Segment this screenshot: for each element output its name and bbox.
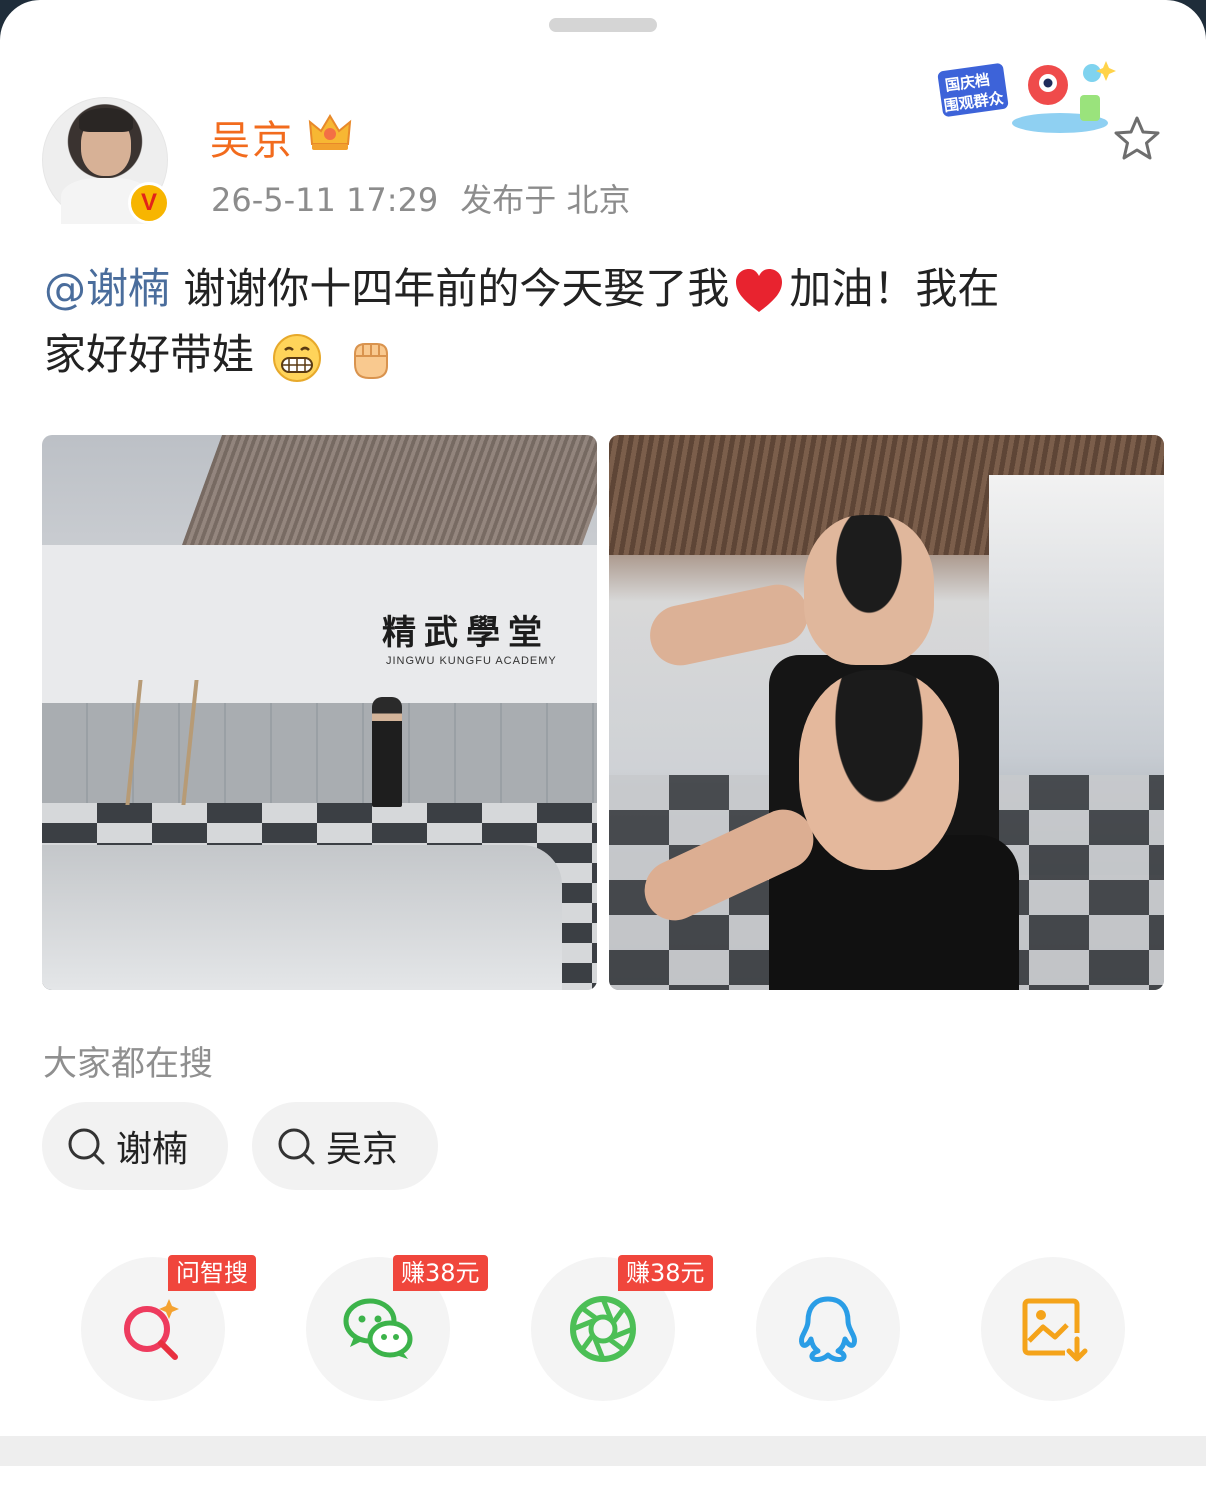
search-chip-label: 谢楠 <box>116 1129 189 1170</box>
trending-search-label: 大家都在搜 <box>43 1044 213 1084</box>
post-text: @谢楠 谢谢你十四年前的今天娶了我 加油！我在 家好好带娃 <box>44 256 1164 388</box>
share-tag-ai-search: 问智搜 <box>168 1255 256 1291</box>
search-icon <box>68 1128 105 1165</box>
mention-link[interactable]: @谢楠 <box>44 264 170 313</box>
search-chip-1[interactable]: 谢楠 <box>42 1102 228 1190</box>
heart-icon <box>736 268 783 312</box>
post-image-1[interactable]: 精武學堂 JINGWU KUNGFU ACADEMY <box>42 435 597 990</box>
share-tag-wechat: 赚38元 <box>393 1255 488 1291</box>
post-image-2[interactable] <box>609 435 1164 990</box>
ai-search-icon <box>124 1299 179 1360</box>
promo-badge[interactable]: 国庆档 围观群众 <box>930 55 1118 145</box>
qq-icon <box>799 1296 857 1362</box>
save-image-icon <box>1022 1298 1088 1362</box>
verified-badge-icon: V <box>128 182 170 224</box>
post-meta: 26-5-11 17:29 发布于 北京 <box>211 175 630 221</box>
fist-emoji-icon <box>353 342 388 379</box>
bottom-divider <box>0 1436 1206 1466</box>
crown-icon <box>308 114 352 150</box>
favorite-star-icon[interactable] <box>1112 114 1162 164</box>
post-date: 26-5-11 17:29 <box>211 181 439 219</box>
share-qq-button[interactable] <box>756 1257 900 1401</box>
academy-sign-subtitle: JINGWU KUNGFU ACADEMY <box>386 655 557 667</box>
grin-emoji-icon <box>273 333 322 382</box>
search-chip-label: 吴京 <box>326 1129 399 1170</box>
post-text-cont: 加油！我在 <box>789 264 1000 313</box>
post-location: 发布于 北京 <box>460 181 631 219</box>
drag-handle[interactable] <box>549 18 657 32</box>
wechat-icon <box>343 1298 413 1359</box>
post-sheet: V 吴京 26-5-11 17:29 发布于 北京 国庆档 围观群众 @谢楠 谢谢… <box>0 0 1206 1493</box>
post-text-line1: 谢谢你十四年前的今天娶了我 <box>170 264 730 313</box>
search-icon <box>278 1128 315 1165</box>
moments-icon <box>570 1296 636 1362</box>
share-tag-moments: 赚38元 <box>618 1255 713 1291</box>
author-name[interactable]: 吴京 <box>210 108 294 166</box>
search-chip-2[interactable]: 吴京 <box>252 1102 438 1190</box>
academy-sign: 精武學堂 <box>382 613 550 653</box>
share-save-image-button[interactable] <box>981 1257 1125 1401</box>
post-text-line2: 家好好带娃 <box>44 330 255 379</box>
